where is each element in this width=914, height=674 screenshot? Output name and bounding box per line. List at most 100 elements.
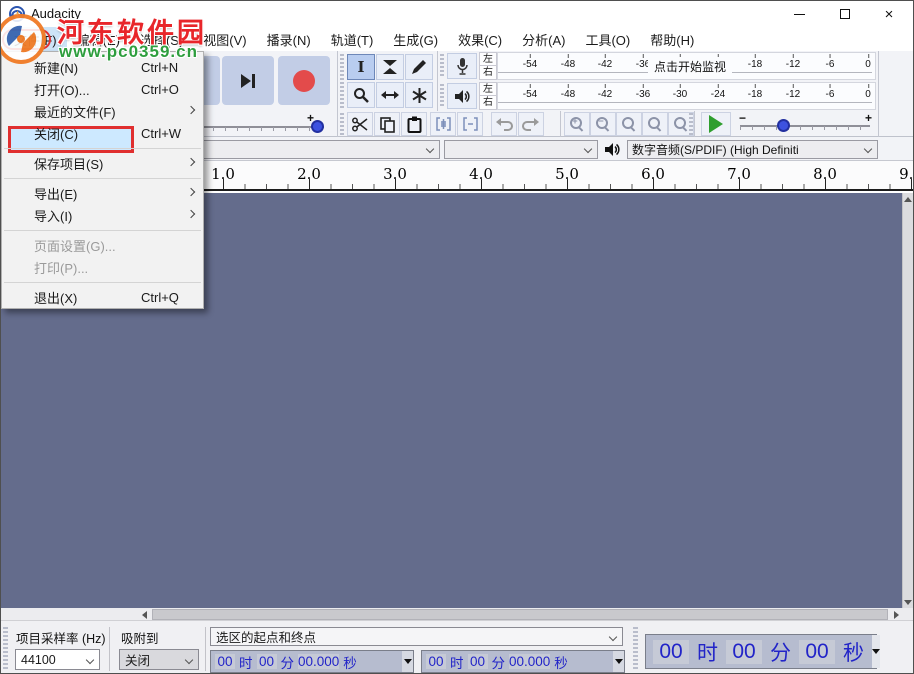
meter-tick-label: -54 xyxy=(523,59,537,70)
maximize-button[interactable] xyxy=(823,1,867,27)
audio-position-field[interactable]: 00 时 00 分 00 秒 xyxy=(645,634,877,669)
toolbar-grip[interactable] xyxy=(689,113,693,135)
scroll-right-button[interactable] xyxy=(889,608,903,621)
menu-tracks[interactable]: 轨道(T) xyxy=(321,27,384,51)
playback-meter-scale[interactable]: -54 -48 -42 -36 -30 -24 -18 -12 -6 0 xyxy=(497,82,876,110)
fit-project-button[interactable] xyxy=(642,112,668,136)
zoom-tool-button[interactable] xyxy=(347,82,375,108)
minutes-value[interactable]: 00 xyxy=(726,640,762,664)
seconds-value[interactable]: 00 xyxy=(799,640,835,664)
scroll-left-button[interactable] xyxy=(137,608,151,621)
paste-button[interactable] xyxy=(401,112,427,136)
ruler-label: 2.0 xyxy=(297,165,321,183)
ruler-label: 1.0 xyxy=(211,165,235,183)
record-meter-button[interactable] xyxy=(447,53,477,79)
menu-generate[interactable]: 生成(G) xyxy=(383,27,448,51)
silence-audio-button[interactable] xyxy=(457,112,483,136)
snap-to-select[interactable]: 关闭 xyxy=(119,649,199,670)
selection-end-field[interactable]: 00 时 00 分 00.000 秒 xyxy=(421,650,625,673)
menu-item-exit[interactable]: 退出(X) Ctrl+Q xyxy=(2,286,203,308)
menu-item-export[interactable]: 导出(E) xyxy=(2,182,203,204)
meter-tick-label: -48 xyxy=(561,89,575,100)
toolbar-grip[interactable] xyxy=(340,54,344,108)
envelope-tool-button[interactable] xyxy=(376,54,404,80)
file-menu-dropdown: 新建(N) Ctrl+N 打开(O)... Ctrl+O 最近的文件(F) 关闭… xyxy=(1,51,204,309)
minimize-button[interactable] xyxy=(777,1,821,27)
menu-item-close[interactable]: 关闭(C) Ctrl+W xyxy=(2,122,203,144)
seconds-value[interactable]: 00.000 xyxy=(509,654,550,669)
selection-mode-select[interactable]: 选区的起点和终点 xyxy=(210,627,623,646)
selection-tool-button[interactable]: I xyxy=(347,54,375,80)
tools-toolbar: I xyxy=(338,51,438,111)
arrow-down-icon xyxy=(904,600,912,605)
menu-item-import[interactable]: 导入(I) xyxy=(2,204,203,226)
scroll-up-button[interactable] xyxy=(903,193,913,205)
scrollbar-thumb[interactable] xyxy=(152,609,888,620)
redo-button[interactable] xyxy=(518,112,544,136)
timeshift-tool-button[interactable] xyxy=(376,82,404,108)
toolbar-grip[interactable] xyxy=(440,84,444,108)
scroll-down-button[interactable] xyxy=(903,596,913,608)
menu-effect[interactable]: 效果(C) xyxy=(448,27,512,51)
hours-value[interactable]: 00 xyxy=(215,654,235,669)
fit-selection-button[interactable] xyxy=(616,112,642,136)
selection-start-field[interactable]: 00 时 00 分 00.000 秒 xyxy=(210,650,414,673)
record-button[interactable] xyxy=(278,56,330,105)
vertical-scrollbar[interactable] xyxy=(902,193,913,608)
menu-item-new[interactable]: 新建(N) Ctrl+N xyxy=(2,56,203,78)
playback-meter-button[interactable] xyxy=(447,83,477,109)
selection-toolbar: 项目采样率 (Hz) 44100 吸附到 关闭 选区的起点和终点 00 时 00… xyxy=(1,621,913,674)
cut-button[interactable] xyxy=(347,112,373,136)
copy-button[interactable] xyxy=(374,112,400,136)
multi-tool-button[interactable] xyxy=(405,82,433,108)
zoom-toolbar: + − xyxy=(561,111,695,137)
recording-meter-toolbar[interactable]: 左 右 -54 -48 -42 -36 -30 -24 -18 -12 -6 0… xyxy=(438,51,879,81)
minutes-value[interactable]: 00 xyxy=(468,654,488,669)
menu-select[interactable]: 选择(S) xyxy=(130,27,193,51)
playback-meter-channels: 左 右 xyxy=(479,82,497,110)
close-button[interactable]: × xyxy=(867,1,911,27)
playback-meter-toolbar[interactable]: 左 右 -54 -48 -42 -36 -30 -24 -18 -12 -6 0 xyxy=(438,81,879,111)
playback-device-select[interactable]: 数字音频(S/PDIF) (High Definiti xyxy=(627,140,878,159)
seconds-value[interactable]: 00.000 xyxy=(298,654,339,669)
menu-view[interactable]: 视图(V) xyxy=(193,27,256,51)
menu-analyze[interactable]: 分析(A) xyxy=(512,27,575,51)
menu-item-recent-files[interactable]: 最近的文件(F) xyxy=(2,100,203,122)
project-rate-select[interactable]: 44100 xyxy=(15,649,100,670)
field-dropdown-button[interactable] xyxy=(402,651,413,672)
channel-left-label: 左 xyxy=(479,52,497,66)
toolbar-grip[interactable] xyxy=(340,113,344,135)
trim-audio-button[interactable] xyxy=(430,112,456,136)
play-at-speed-button[interactable] xyxy=(701,112,731,136)
recording-volume-thumb[interactable] xyxy=(311,120,324,133)
minutes-value[interactable]: 00 xyxy=(257,654,277,669)
hours-value[interactable]: 00 xyxy=(653,640,689,664)
draw-tool-button[interactable] xyxy=(405,54,433,80)
zoom-in-button[interactable]: + xyxy=(564,112,590,136)
menu-help[interactable]: 帮助(H) xyxy=(640,27,704,51)
menu-edit[interactable]: 编辑(E) xyxy=(67,27,130,51)
menu-transport[interactable]: 播录(N) xyxy=(257,27,321,51)
horizontal-scrollbar[interactable] xyxy=(1,608,913,621)
hours-value[interactable]: 00 xyxy=(426,654,446,669)
menu-item-save-project[interactable]: 保存项目(S) xyxy=(2,152,203,174)
chevron-down-icon xyxy=(426,145,434,153)
maximize-icon xyxy=(840,9,850,19)
undo-button[interactable] xyxy=(491,112,517,136)
toolbar-grip[interactable] xyxy=(440,54,444,78)
monitor-start-hint[interactable]: 点击开始监视 xyxy=(648,57,732,76)
menu-item-open[interactable]: 打开(O)... Ctrl+O xyxy=(2,78,203,100)
menu-tools[interactable]: 工具(O) xyxy=(575,27,640,51)
recording-channels-select[interactable] xyxy=(444,140,598,159)
skip-end-button[interactable] xyxy=(222,56,274,105)
record-meter-scale[interactable]: -54 -48 -42 -36 -30 -24 -18 -12 -6 0 点击开… xyxy=(497,52,876,80)
field-dropdown-button[interactable] xyxy=(872,635,880,668)
toolbar-grip[interactable] xyxy=(633,627,638,671)
close-icon: × xyxy=(885,6,894,23)
field-dropdown-button[interactable] xyxy=(613,651,624,672)
play-speed-thumb[interactable] xyxy=(777,119,790,132)
plus-sign: + xyxy=(865,111,872,125)
toolbar-grip[interactable] xyxy=(3,627,8,671)
zoom-out-button[interactable]: − xyxy=(590,112,616,136)
menu-file[interactable]: 文件(F) xyxy=(4,27,67,51)
